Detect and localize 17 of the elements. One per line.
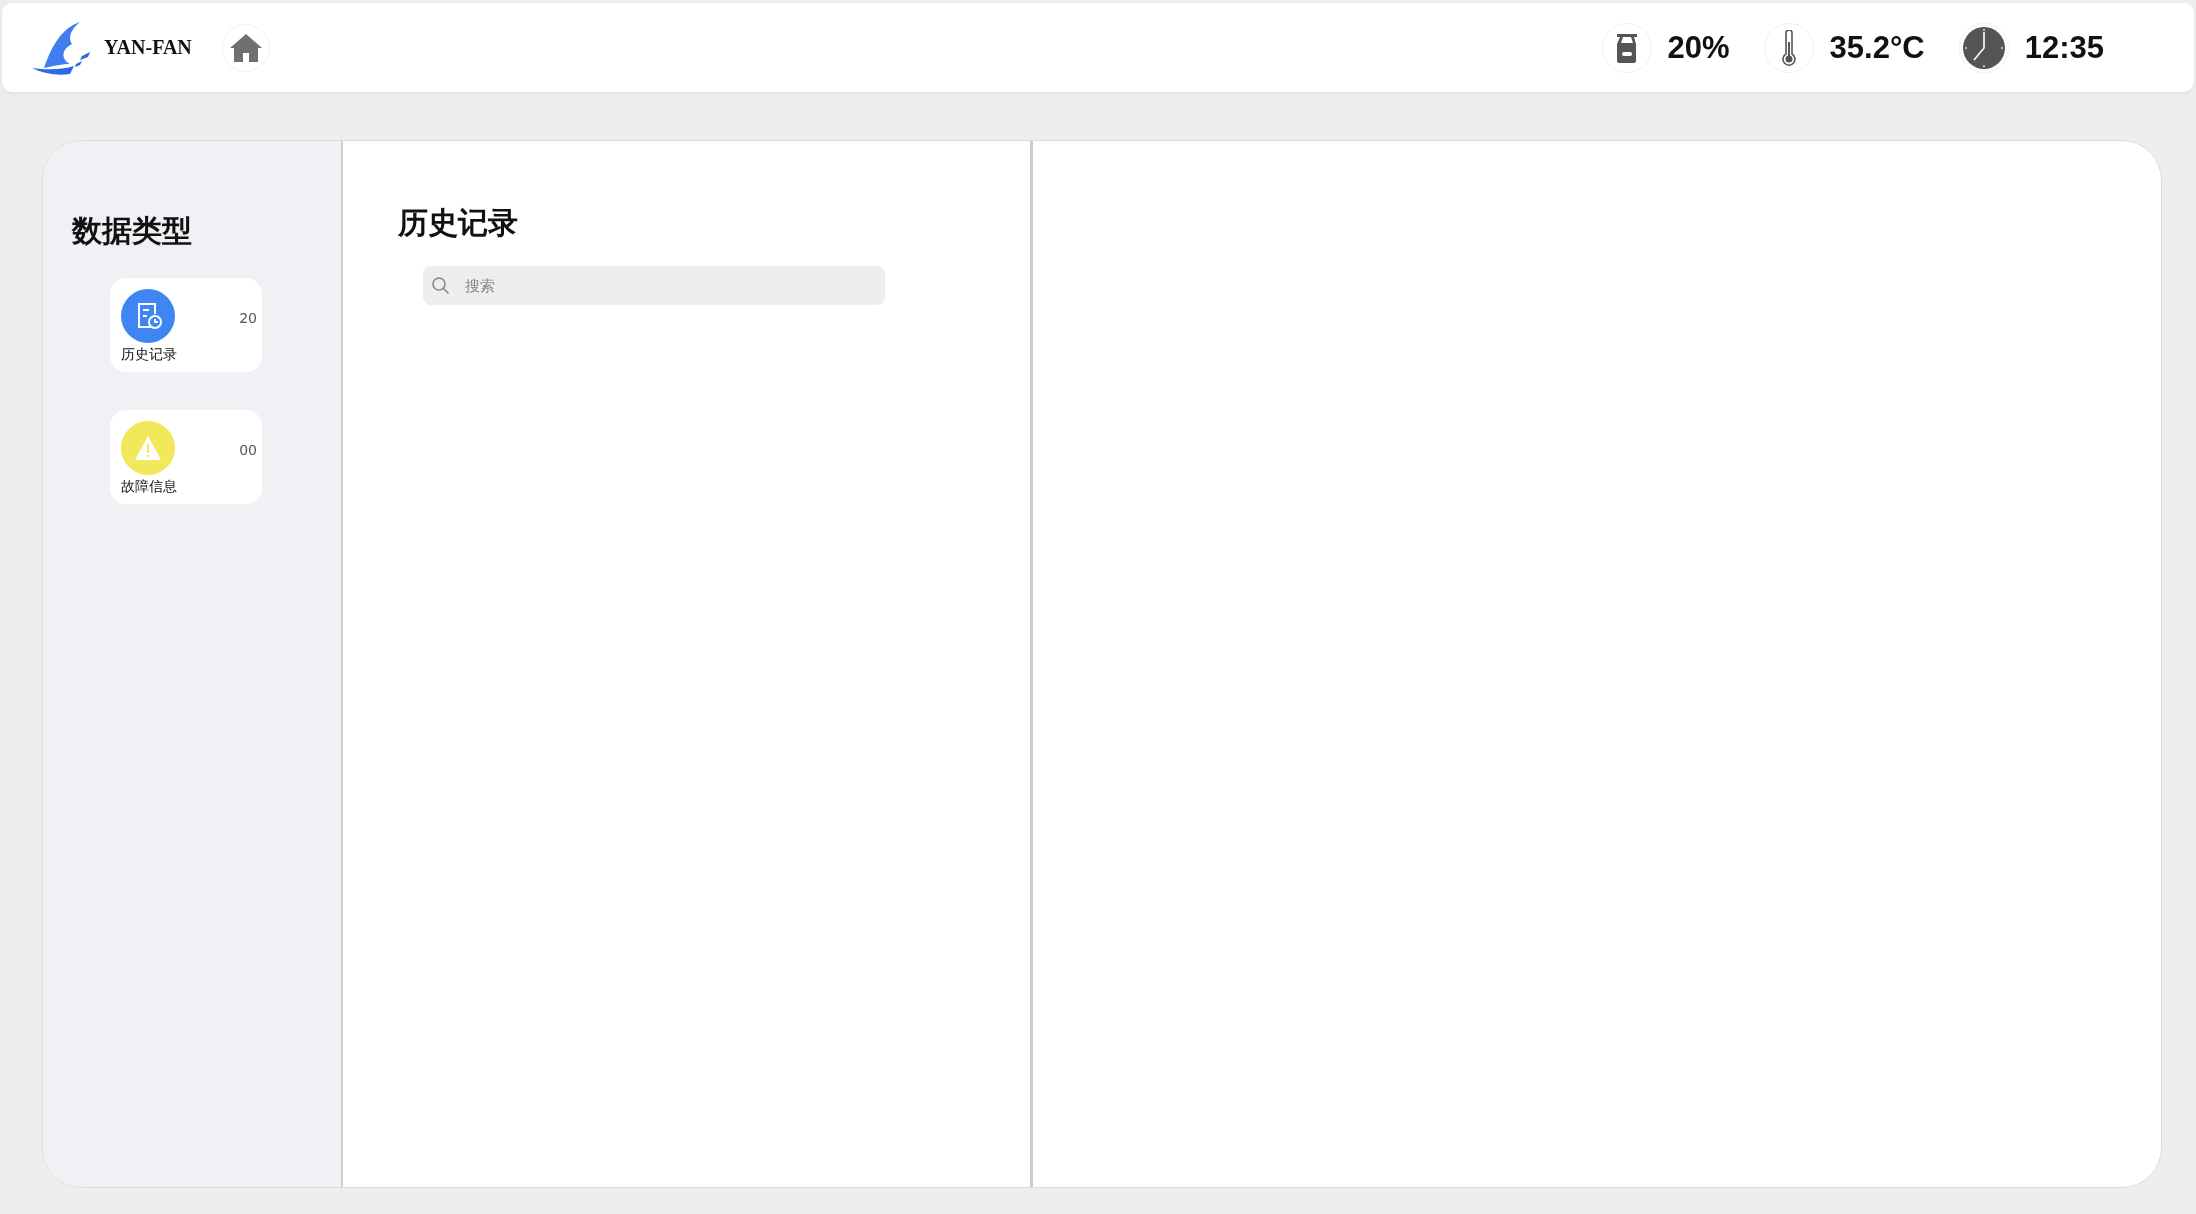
- thermometer-icon: [1780, 29, 1797, 66]
- search-field[interactable]: 搜索: [423, 266, 885, 305]
- panel-title: 历史记录: [398, 204, 519, 242]
- sidebar-title: 数据类型: [72, 212, 193, 250]
- warning-icon: [133, 434, 163, 462]
- card-label: 故障信息: [121, 478, 178, 496]
- status-value: 35.2°C: [1829, 29, 1925, 66]
- data-type-card[interactable]: 00 故障信息: [110, 410, 262, 504]
- item-count: 20: [239, 310, 257, 326]
- home-icon: [228, 32, 263, 63]
- card-label: 历史记录: [121, 346, 178, 364]
- item-count: 00: [239, 442, 257, 458]
- search-icon: [431, 276, 451, 296]
- brand-name: YAN-FAN: [104, 36, 192, 59]
- status-value: 20%: [1667, 29, 1730, 66]
- data-type-card[interactable]: 20 历史记录: [110, 278, 262, 372]
- status-value: 12:35: [2024, 29, 2104, 66]
